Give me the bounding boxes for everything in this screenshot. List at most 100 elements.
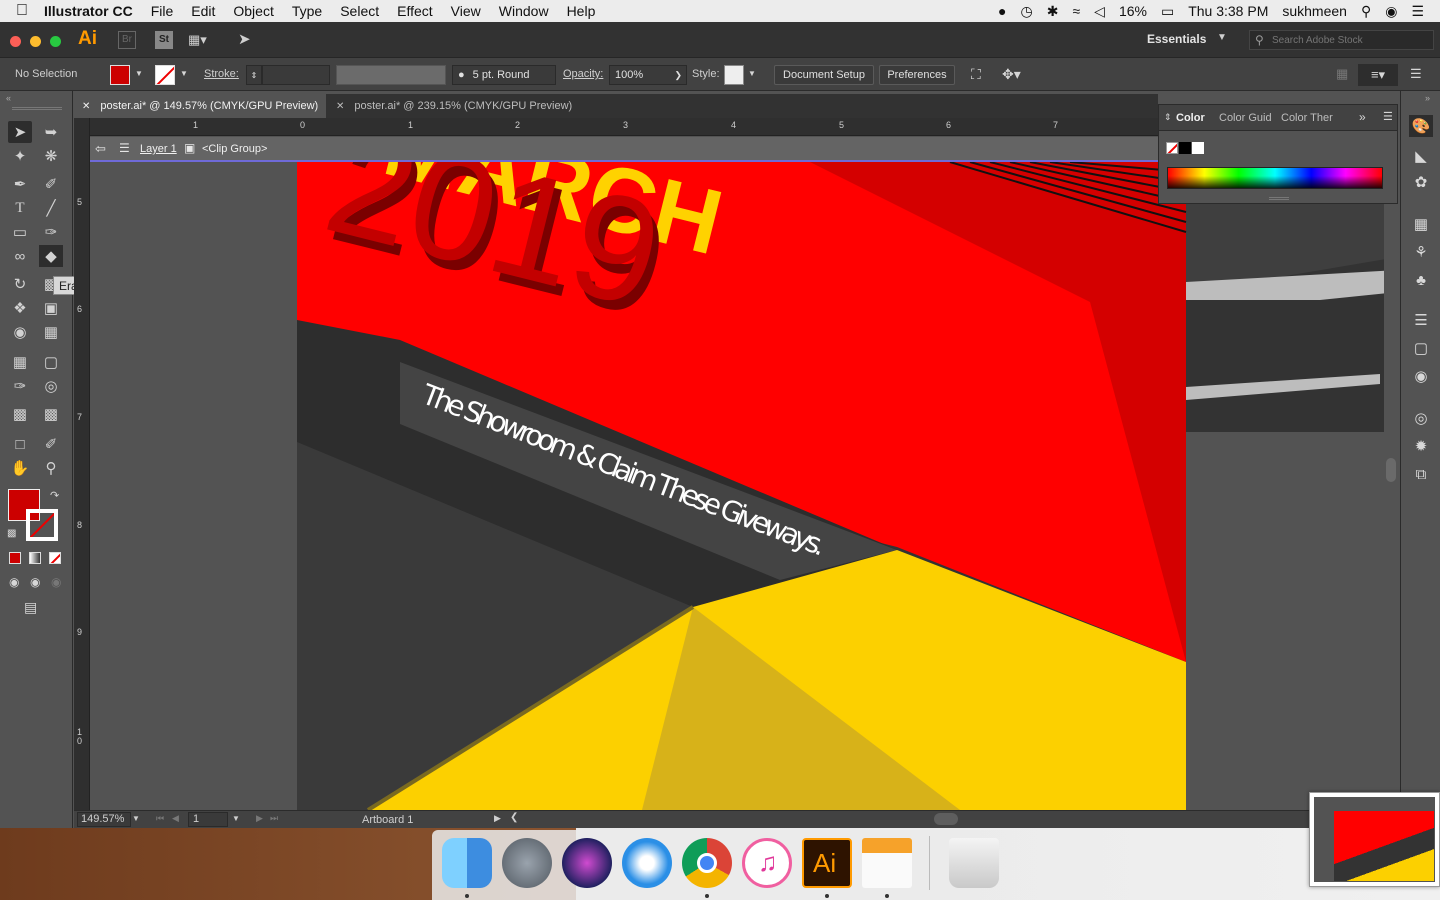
chrome-icon[interactable] — [682, 838, 732, 888]
opacity-label[interactable]: Opacity: — [563, 68, 603, 80]
wifi-icon[interactable]: ≈ — [1072, 3, 1080, 19]
workspace-switcher[interactable]: Essentials — [1147, 32, 1206, 46]
battery-icon[interactable]: ▭ — [1161, 3, 1174, 20]
perspective-grid-tool-icon[interactable]: ▦ — [39, 321, 63, 343]
type-tool-icon[interactable]: T — [8, 197, 32, 219]
chevron-down-icon[interactable]: ▼ — [1217, 32, 1227, 43]
horizontal-scrollbar-thumb[interactable] — [934, 813, 958, 825]
arrange-icon[interactable]: ▦ — [1336, 66, 1348, 82]
none-mode-button[interactable] — [49, 552, 61, 564]
zoom-window-button[interactable] — [50, 36, 61, 47]
siri-icon[interactable]: ◉ — [1385, 3, 1397, 20]
zoom-field[interactable]: 149.57% — [77, 812, 131, 827]
color-spectrum[interactable] — [1167, 167, 1383, 189]
panel-menu-icon[interactable]: ☰ — [1410, 66, 1422, 82]
bridge-button[interactable]: Br — [118, 31, 136, 49]
chevron-down-icon[interactable]: ▼ — [180, 69, 188, 78]
last-artboard-icon[interactable]: ⏭ — [270, 813, 278, 824]
align-panel-icon[interactable]: ≡▾ — [1358, 64, 1398, 86]
safari-icon[interactable] — [622, 838, 672, 888]
battery-percent[interactable]: 16% — [1119, 3, 1147, 19]
creative-cloud-icon[interactable]: ● — [998, 3, 1006, 19]
notification-center-icon[interactable]: ☰ — [1411, 3, 1424, 20]
eyedropper-tool-icon[interactable]: ✑ — [8, 375, 32, 397]
stroke-weight-stepper[interactable]: ⇕ — [246, 65, 262, 85]
app-menu[interactable]: Illustrator CC — [44, 3, 133, 19]
menu-help[interactable]: Help — [567, 3, 596, 19]
stock-search-box[interactable]: ⚲ — [1249, 30, 1434, 50]
slice-tool-icon[interactable]: ✐ — [39, 433, 63, 455]
menu-file[interactable]: File — [151, 3, 174, 19]
next-artboard-icon[interactable]: ▶ — [256, 813, 263, 824]
curvature-tool-icon[interactable]: ✐ — [39, 173, 63, 195]
stroke-swatch[interactable] — [155, 65, 175, 85]
color-themes-icon[interactable]: ✿ — [1409, 171, 1433, 193]
variable-width-profile[interactable] — [336, 65, 446, 85]
direct-selection-tool-icon[interactable]: ➥ — [39, 121, 63, 143]
transform-icon[interactable]: ✥▾ — [1002, 66, 1021, 83]
stock-search-input[interactable] — [1272, 33, 1430, 47]
menu-view[interactable]: View — [451, 3, 481, 19]
menu-object[interactable]: Object — [233, 3, 273, 19]
eraser-tool-icon[interactable]: ◆ — [39, 245, 63, 267]
panel-grip[interactable] — [12, 107, 62, 110]
draw-inside-icon[interactable]: ◉ — [51, 575, 61, 589]
width-tool-icon[interactable]: ❖ — [8, 297, 32, 319]
stroke-panel-icon[interactable]: ☰ — [1409, 309, 1433, 331]
black-swatch[interactable] — [1179, 142, 1191, 154]
menu-edit[interactable]: Edit — [191, 3, 215, 19]
screenshot-thumbnail[interactable] — [1309, 792, 1440, 887]
panel-menu-icon[interactable]: ☰ — [1383, 110, 1393, 123]
finder-icon[interactable] — [442, 838, 492, 888]
color-mode-button[interactable] — [9, 552, 21, 564]
lasso-tool-icon[interactable]: ❋ — [39, 145, 63, 167]
close-tab-icon[interactable]: ✕ — [82, 101, 90, 112]
fill-swatch[interactable] — [110, 65, 130, 85]
status-menu-icon[interactable]: ▶ — [494, 813, 501, 824]
magic-wand-tool-icon[interactable]: ✦ — [8, 145, 32, 167]
stroke-label[interactable]: Stroke: — [204, 68, 239, 80]
bluetooth-icon[interactable]: ✱ — [1047, 3, 1059, 20]
panel-resize-grip[interactable] — [1269, 197, 1289, 200]
chevron-down-icon[interactable]: ▼ — [232, 814, 240, 823]
menu-window[interactable]: Window — [499, 3, 549, 19]
preferences-button[interactable]: Preferences — [879, 65, 955, 85]
horizontal-ruler[interactable]: 1 0 1 2 3 4 5 6 7 — [90, 118, 1158, 136]
color-guide-icon[interactable]: ◣ — [1409, 145, 1433, 167]
scrollbar-thumb[interactable] — [1386, 458, 1396, 482]
opacity-field[interactable]: 100% ❯ — [609, 65, 687, 85]
itunes-icon[interactable]: ♫ — [742, 838, 792, 888]
screen-mode-icon[interactable]: ▤ — [24, 599, 37, 616]
minimize-window-button[interactable] — [30, 36, 41, 47]
select-similar-icon[interactable]: ⛶ — [971, 66, 981, 83]
close-window-button[interactable] — [10, 36, 21, 47]
graphic-style-swatch[interactable] — [724, 65, 744, 85]
white-swatch[interactable] — [1192, 142, 1204, 154]
collapse-icon[interactable]: ⇕ — [1164, 112, 1172, 123]
menu-type[interactable]: Type — [292, 3, 322, 19]
stock-button[interactable]: St — [155, 31, 173, 49]
clock[interactable]: Thu 3:38 PM — [1188, 3, 1268, 19]
collapse-panel-icon[interactable]: « — [6, 93, 11, 103]
appearance-icon[interactable]: ◎ — [1409, 407, 1433, 429]
pen-tool-icon[interactable]: ✒ — [8, 173, 32, 195]
previous-artboard-icon[interactable]: ◀ — [172, 813, 179, 824]
rotate-tool-icon[interactable]: ↻ — [8, 273, 32, 295]
shaper-tool-icon[interactable]: ∞ — [8, 245, 32, 267]
document-setup-button[interactable]: Document Setup — [774, 65, 874, 85]
none-swatch[interactable] — [1166, 142, 1178, 154]
illustrator-dock-icon[interactable]: Ai — [802, 838, 852, 888]
volume-icon[interactable]: ◁ — [1094, 3, 1105, 20]
collapse-panels-icon[interactable]: » — [1425, 93, 1430, 103]
vertical-ruler[interactable]: 5 6 7 8 9 10 — [74, 118, 90, 810]
brushes-icon[interactable]: ⚘ — [1409, 241, 1433, 263]
tab-color[interactable]: Color — [1176, 112, 1205, 124]
chevron-down-icon[interactable]: ▼ — [132, 814, 140, 823]
artboard-number-field[interactable]: 1 — [188, 812, 228, 827]
tab-color-themes[interactable]: Color Ther — [1281, 112, 1333, 124]
close-tab-icon[interactable]: ✕ — [336, 101, 344, 112]
artboard-tool-icon[interactable]: □ — [8, 433, 32, 455]
symbols-icon[interactable]: ♣ — [1409, 269, 1433, 291]
tab-poster-239[interactable]: ✕ poster.ai* @ 239.15% (CMYK/GPU Preview… — [328, 94, 590, 118]
asset-export-icon[interactable]: ⧉ — [1409, 463, 1433, 485]
